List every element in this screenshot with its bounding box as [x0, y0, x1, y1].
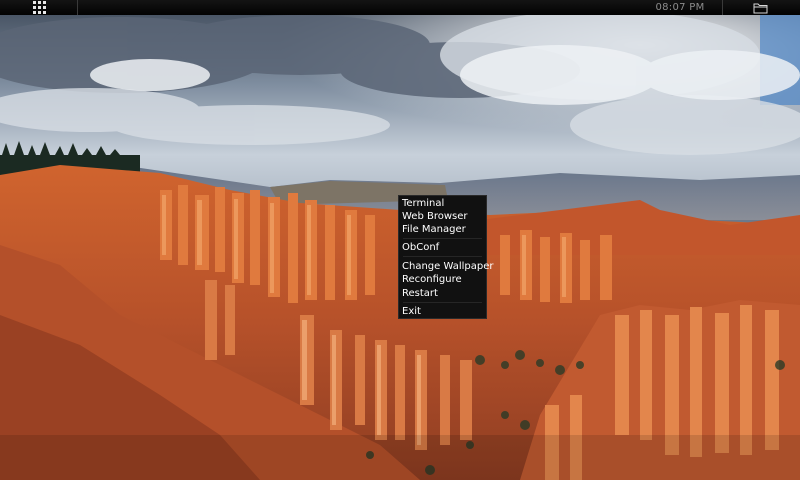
menu-separator — [403, 238, 482, 239]
menu-item-terminal[interactable]: Terminal — [399, 197, 486, 210]
menu-separator — [403, 256, 482, 257]
apps-menu-button[interactable] — [22, 0, 56, 15]
menu-item-file-manager[interactable]: File Manager — [399, 223, 486, 236]
menu-item-reconfigure[interactable]: Reconfigure — [399, 273, 486, 286]
desktop-context-menu: Terminal Web Browser File Manager ObConf… — [398, 195, 493, 319]
apps-grid-icon — [32, 1, 46, 14]
panel-divider — [722, 0, 723, 15]
menu-separator — [403, 302, 482, 303]
folder-icon — [753, 3, 767, 13]
menu-item-web-browser[interactable]: Web Browser — [399, 210, 486, 223]
menu-item-restart[interactable]: Restart — [399, 287, 486, 300]
panel-divider — [77, 0, 78, 15]
menu-item-obconf[interactable]: ObConf — [399, 241, 486, 254]
file-manager-button[interactable] — [750, 1, 770, 14]
top-panel: 08:07 PM — [0, 0, 800, 15]
menu-item-exit[interactable]: Exit — [399, 305, 486, 318]
menu-item-change-wallpaper[interactable]: Change Wallpaper — [399, 260, 493, 273]
desktop: 08:07 PM Terminal Web Browser File Manag… — [0, 0, 800, 480]
panel-clock[interactable]: 08:07 PM — [640, 0, 720, 15]
